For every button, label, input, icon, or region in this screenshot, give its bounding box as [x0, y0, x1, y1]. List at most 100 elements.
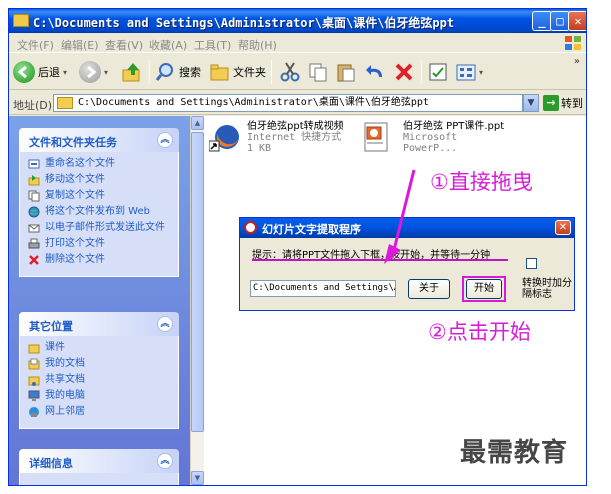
folder-icon — [28, 344, 40, 354]
menu-file[interactable]: 文件(F) — [17, 37, 54, 53]
up-folder-button[interactable] — [121, 60, 143, 84]
place-shared-documents[interactable]: 共享文档 — [28, 374, 172, 386]
scroll-down-icon[interactable]: ▼ — [191, 471, 204, 485]
back-arrow-icon — [13, 61, 35, 83]
shared-folder-icon — [28, 376, 40, 386]
delete-icon — [29, 255, 39, 265]
menu-favorites[interactable]: 收藏(A) — [149, 37, 187, 53]
file-name: 伯牙绝弦ppt转成视频 — [247, 121, 344, 132]
address-bar: 地址(D) C:\Documents and Settings\Administ… — [9, 91, 586, 115]
file-name: 伯牙绝弦 PPT课件.ppt — [403, 121, 505, 132]
scroll-up-icon[interactable]: ▲ — [191, 116, 204, 130]
cut-button[interactable] — [279, 60, 301, 84]
hint-underline — [252, 259, 508, 261]
address-dropdown[interactable]: ▼ — [523, 94, 539, 112]
file-tasks-list: 重命名这个文件 移动这个文件 复制这个文件 将这个文件发布到 Web 以电子邮件… — [19, 152, 179, 277]
dialog-title: 幻灯片文字提取程序 — [262, 223, 361, 236]
task-move[interactable]: 移动这个文件 — [28, 174, 172, 186]
window-title: C:\Documents and Settings\Administrator\… — [33, 16, 455, 30]
app-icon — [244, 221, 257, 234]
place-my-documents[interactable]: 我的文档 — [28, 358, 172, 370]
task-pane: 文件和文件夹任务 ︽ 重命名这个文件 移动这个文件 复制这个文件 将这个文件发布… — [9, 116, 190, 485]
task-label: 打印这个文件 — [45, 238, 105, 249]
task-label: 重命名这个文件 — [45, 158, 115, 169]
close-button[interactable]: ✕ — [568, 11, 586, 31]
collapse-icon[interactable]: ︽ — [157, 316, 173, 332]
paste-button[interactable] — [335, 60, 357, 84]
place-courseware[interactable]: 课件 — [28, 342, 172, 354]
windows-logo-icon — [565, 36, 581, 50]
scroll-thumb[interactable] — [191, 132, 204, 432]
place-network[interactable]: 网上邻居 — [28, 406, 172, 418]
place-label: 我的文档 — [45, 358, 85, 369]
menu-view[interactable]: 查看(V) — [105, 37, 143, 53]
back-button[interactable]: 后退 ▾ — [13, 60, 67, 84]
forward-button[interactable]: ▾ — [79, 60, 108, 84]
other-places-panel: 其它位置 ︽ 课件 我的文档 共享文档 我的电脑 网上邻居 — [19, 312, 179, 429]
toolbar-overflow-icon[interactable]: » — [574, 56, 580, 67]
details-header[interactable]: 详细信息 ︽ — [19, 449, 179, 473]
dialog-title-bar[interactable]: 幻灯片文字提取程序 ✕ — [240, 218, 574, 238]
place-my-computer[interactable]: 我的电脑 — [28, 390, 172, 402]
delete-icon — [395, 63, 413, 81]
undo-button[interactable] — [365, 60, 387, 84]
other-places-header[interactable]: 其它位置 ︽ — [19, 312, 179, 336]
maximize-button[interactable]: □ — [550, 11, 570, 31]
undo-icon — [366, 65, 382, 77]
delete-button[interactable] — [393, 60, 415, 84]
file-type: Microsoft PowerP... — [403, 132, 458, 154]
rename-icon — [28, 159, 40, 169]
menu-bar: 文件(F) 编辑(E) 查看(V) 收藏(A) 工具(T) 帮助(H) — [9, 33, 586, 53]
vertical-scrollbar[interactable]: ▲ ▼ — [190, 116, 204, 485]
task-email[interactable]: 以电子邮件形式发送此文件 — [28, 222, 172, 234]
screenshot-frame: C:\Documents and Settings\Administrator\… — [0, 0, 611, 494]
task-publish-web[interactable]: 将这个文件发布到 Web — [28, 206, 172, 218]
back-label: 后退 — [38, 66, 60, 79]
properties-button[interactable] — [427, 60, 449, 84]
dialog-close-button[interactable]: ✕ — [555, 220, 571, 235]
other-places-list: 课件 我的文档 共享文档 我的电脑 网上邻居 — [19, 336, 179, 429]
details-panel: 详细信息 ︽ — [19, 449, 179, 485]
start-button[interactable]: 开始 — [466, 279, 502, 299]
copy-button[interactable] — [307, 60, 329, 84]
chevron-down-icon: ▾ — [479, 67, 484, 77]
task-rename[interactable]: 重命名这个文件 — [28, 158, 172, 170]
collapse-icon[interactable]: ︽ — [157, 453, 173, 469]
file-size: 1 KB — [247, 143, 272, 154]
properties-icon — [429, 63, 447, 81]
search-button[interactable]: 搜索 — [155, 60, 201, 84]
toolbar-separator — [149, 60, 150, 84]
details-title: 详细信息 — [29, 457, 73, 470]
copy-icon — [28, 190, 40, 202]
task-print[interactable]: 打印这个文件 — [28, 238, 172, 250]
task-delete[interactable]: 删除这个文件 — [28, 254, 172, 266]
file-type: Internet 快捷方式 — [247, 132, 342, 143]
file-path-input[interactable]: C:\Documents and Settings\A — [250, 280, 396, 297]
paste-icon — [337, 64, 355, 82]
scissors-icon — [280, 62, 300, 82]
views-button[interactable]: ▾ — [455, 60, 483, 84]
menu-help[interactable]: 帮助(H) — [238, 37, 277, 53]
menu-tools[interactable]: 工具(T) — [194, 37, 231, 53]
go-label: 转到 — [561, 97, 583, 110]
go-arrow-icon: → — [543, 95, 559, 111]
globe-icon — [28, 206, 40, 218]
task-copy[interactable]: 复制这个文件 — [28, 190, 172, 202]
about-button[interactable]: 关于 — [408, 279, 450, 299]
file-tasks-header[interactable]: 文件和文件夹任务 ︽ — [19, 128, 179, 152]
separator-checkbox[interactable] — [526, 258, 537, 269]
email-icon — [28, 224, 40, 233]
go-button[interactable]: → 转到 — [543, 94, 583, 112]
watermark: 最需教育 — [460, 438, 569, 468]
folders-button[interactable]: 文件夹 — [209, 60, 266, 84]
computer-icon — [28, 390, 40, 401]
address-input[interactable]: C:\Documents and Settings\Administrator\… — [53, 94, 523, 112]
minimize-button[interactable]: _ — [532, 11, 552, 31]
place-label: 课件 — [45, 342, 65, 353]
title-bar[interactable]: C:\Documents and Settings\Administrator\… — [9, 9, 586, 33]
views-icon — [456, 64, 476, 81]
menu-edit[interactable]: 编辑(E) — [61, 37, 99, 53]
powerpoint-file-icon — [364, 122, 388, 152]
task-label: 复制这个文件 — [45, 190, 105, 201]
collapse-icon[interactable]: ︽ — [157, 132, 173, 148]
